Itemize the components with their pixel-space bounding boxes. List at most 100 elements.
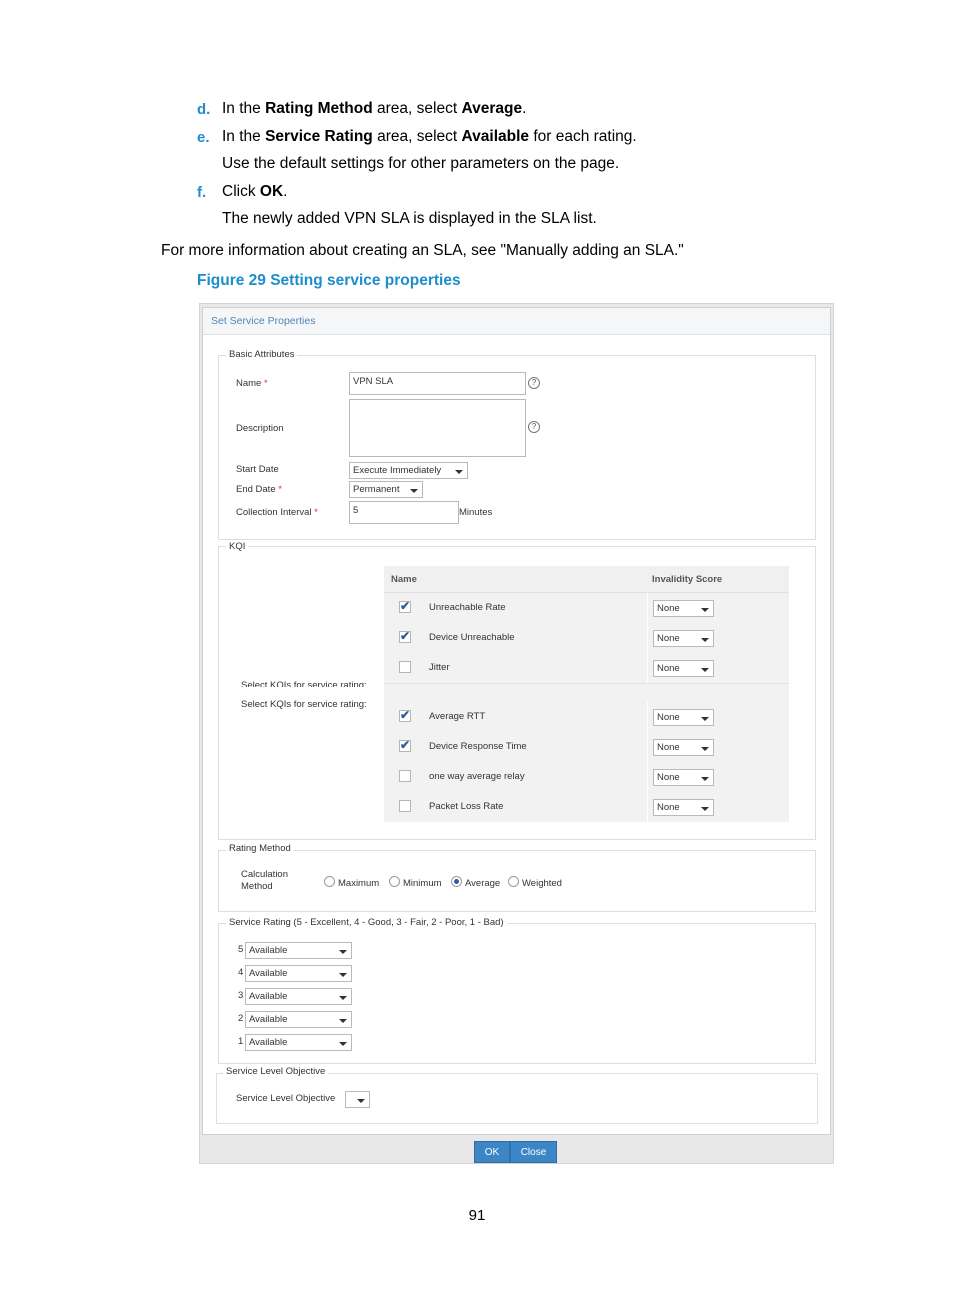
rating-value: Available — [249, 945, 288, 956]
name-label: Name * — [236, 378, 268, 389]
set-service-properties-dialog: Set Service Properties Basic Attributes … — [202, 307, 831, 1135]
more-info-paragraph: For more information about creating an S… — [161, 242, 684, 259]
rating-method-option-label[interactable]: Average — [465, 878, 500, 889]
rating-method-radio[interactable] — [389, 876, 400, 887]
collection-interval-input[interactable]: 5 — [349, 501, 459, 524]
service-rating-legend: Service Rating (5 - Excellent, 4 - Good,… — [226, 917, 507, 928]
score-value: None — [657, 603, 680, 614]
figure-caption: Figure 29 Setting service properties — [197, 272, 461, 289]
kqi-checkbox[interactable] — [399, 661, 411, 673]
rating-level: 5 — [238, 944, 244, 955]
step-text: The newly added VPN SLA is displayed in … — [222, 210, 597, 228]
kqi-score-cell: None — [647, 762, 790, 792]
invalidity-score-select[interactable]: None — [653, 799, 714, 816]
help-icon[interactable]: ? — [528, 421, 540, 433]
table-row: ✔ Average RTT None — [384, 702, 789, 733]
description-label: Description — [236, 423, 284, 434]
table-row: Packet Loss Rate None — [384, 792, 789, 823]
rating-method-radio[interactable] — [508, 876, 519, 887]
invalidity-score-select[interactable]: None — [653, 769, 714, 786]
checkmark-icon: ✔ — [400, 599, 411, 613]
kqi-checkbox[interactable] — [399, 800, 411, 812]
end-date-select[interactable]: Permanent — [349, 481, 423, 498]
start-date-select[interactable]: Execute Immediately — [349, 462, 468, 479]
kqi-score-cell: None — [647, 792, 790, 822]
name-input[interactable]: VPN SLA — [349, 372, 526, 395]
slo-select[interactable] — [345, 1091, 370, 1108]
dialog-title: Set Service Properties — [203, 308, 830, 335]
chevron-down-icon — [410, 489, 418, 493]
collection-interval-label: Collection Interval * — [236, 507, 318, 518]
rating-select[interactable]: Available — [245, 965, 352, 982]
kqi-name-cell: Packet Loss Rate — [384, 792, 646, 822]
table-row: Jitter None — [384, 653, 789, 684]
required-mark: * — [314, 507, 318, 518]
step-fragment: . — [283, 183, 288, 200]
kqi-name: Packet Loss Rate — [429, 801, 504, 812]
kqi-score-cell: None — [647, 702, 790, 732]
start-date-label: Start Date — [236, 464, 279, 475]
step-fragment: for each rating. — [529, 128, 637, 145]
rating-select[interactable]: Available — [245, 1011, 352, 1028]
step-fragment: In the — [222, 128, 266, 145]
step-fragment: Click — [222, 183, 260, 200]
rating-select[interactable]: Available — [245, 1034, 352, 1051]
screenshot-panel: Set Service Properties Basic Attributes … — [199, 303, 834, 1164]
invalidity-score-select[interactable]: None — [653, 600, 714, 617]
kqi-name-cell: Jitter — [384, 653, 646, 683]
rating-method-radio[interactable] — [324, 876, 335, 887]
kqi-name-cell: ✔ Unreachable Rate — [384, 593, 646, 623]
description-textarea[interactable] — [349, 399, 526, 457]
rating-method-option-label[interactable]: Weighted — [522, 878, 562, 889]
table-row: ✔ Device Response Time None — [384, 732, 789, 763]
invalidity-score-select[interactable]: None — [653, 709, 714, 726]
chevron-down-icon — [357, 1099, 365, 1103]
kqi-name-cell: ✔ Device Response Time — [384, 732, 646, 762]
invalidity-score-select[interactable]: None — [653, 739, 714, 756]
rating-select[interactable]: Available — [245, 942, 352, 959]
kqi-name: Jitter — [429, 662, 450, 673]
step-fragment: area, select — [372, 100, 462, 117]
rating-method-radio[interactable] — [451, 876, 462, 887]
checkmark-icon: ✔ — [400, 629, 411, 643]
end-date-label: End Date * — [236, 484, 282, 495]
chevron-down-icon — [339, 973, 347, 977]
close-button[interactable]: Close — [510, 1141, 557, 1163]
rating-value: Available — [249, 1037, 288, 1048]
kqi-checkbox[interactable] — [399, 770, 411, 782]
step-fragment: Use the default settings for other param… — [222, 155, 620, 172]
kqi-name-cell: ✔ Device Unreachable — [384, 623, 646, 653]
rating-method-option-label[interactable]: Minimum — [403, 878, 442, 889]
chevron-down-icon — [339, 950, 347, 954]
col-name-header: Name — [391, 574, 417, 585]
invalidity-score-select[interactable]: None — [653, 630, 714, 647]
step-text: Use the default settings for other param… — [222, 155, 619, 173]
kqi-select-label: Select KQIs for service rating: — [241, 699, 367, 710]
rating-method-legend: Rating Method — [226, 843, 294, 854]
chevron-down-icon — [701, 638, 709, 642]
score-value: None — [657, 742, 680, 753]
chevron-down-icon — [339, 1042, 347, 1046]
ok-button[interactable]: OK — [474, 1141, 510, 1163]
step-fragment: . — [522, 100, 527, 117]
rating-method-option-label[interactable]: Maximum — [338, 878, 379, 889]
invalidity-score-select[interactable]: None — [653, 660, 714, 677]
step-fragment: area, select — [372, 128, 462, 145]
score-value: None — [657, 712, 680, 723]
help-icon[interactable]: ? — [528, 377, 540, 389]
required-mark: * — [278, 484, 282, 495]
step-emphasis: Service Rating — [265, 128, 373, 145]
step-emphasis: Available — [461, 128, 530, 145]
kqi-legend: KQI — [226, 541, 249, 552]
chevron-down-icon — [339, 996, 347, 1000]
score-value: None — [657, 772, 680, 783]
table-row: ✔ Unreachable Rate None — [384, 593, 789, 624]
step-text: In the Rating Method area, select Averag… — [222, 100, 526, 118]
basic-attributes-legend: Basic Attributes — [226, 349, 298, 360]
kqi-name: one way average relay — [429, 771, 525, 782]
rating-select[interactable]: Available — [245, 988, 352, 1005]
kqi-name-cell: ✔ Average RTT — [384, 702, 646, 732]
col-score-header: Invalidity Score — [652, 574, 723, 585]
calc-method-label-1: Calculation — [241, 869, 288, 880]
chevron-down-icon — [339, 1019, 347, 1023]
